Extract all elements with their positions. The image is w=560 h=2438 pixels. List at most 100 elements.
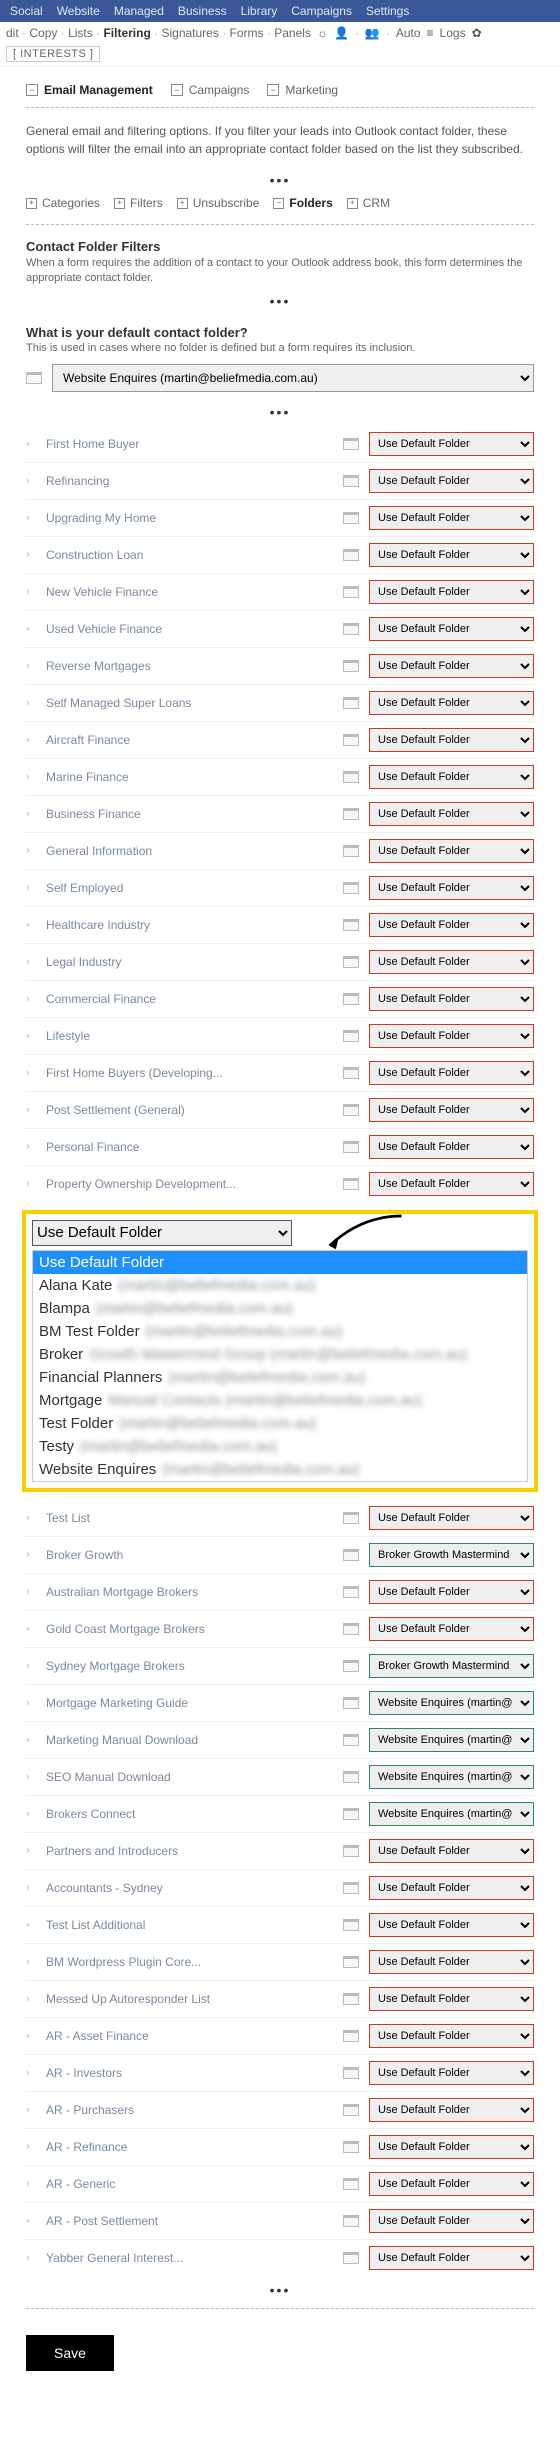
row-folder-select[interactable]: Use Default Folder: [369, 1987, 534, 2011]
subtab-categories[interactable]: +Categories: [26, 196, 100, 210]
chevron-right-icon[interactable]: ›: [26, 697, 36, 709]
chevron-right-icon[interactable]: ›: [26, 1586, 36, 1598]
row-folder-select[interactable]: Use Default Folder: [369, 543, 534, 567]
chevron-right-icon[interactable]: ›: [26, 2178, 36, 2190]
row-folder-select[interactable]: Website Enquires (martin@beli: [369, 1728, 534, 1752]
chevron-right-icon[interactable]: ›: [26, 1660, 36, 1672]
row-folder-select[interactable]: Use Default Folder: [369, 2209, 534, 2233]
chevron-right-icon[interactable]: ›: [26, 1845, 36, 1857]
topnav-item[interactable]: Managed: [114, 4, 164, 18]
tab-marketing[interactable]: −Marketing: [267, 83, 338, 97]
chevron-right-icon[interactable]: ›: [26, 919, 36, 931]
chevron-right-icon[interactable]: ›: [26, 512, 36, 524]
subtab-unsubscribe[interactable]: +Unsubscribe: [177, 196, 260, 210]
chevron-right-icon[interactable]: ›: [26, 438, 36, 450]
auto-link[interactable]: Auto: [396, 26, 421, 40]
row-folder-select[interactable]: Use Default Folder: [369, 987, 534, 1011]
chevron-right-icon[interactable]: ›: [26, 1178, 36, 1190]
topnav-item[interactable]: Business: [178, 4, 227, 18]
chevron-right-icon[interactable]: ›: [26, 1030, 36, 1042]
overlay-option[interactable]: BrokerGrowth Mastermind Group (martin@be…: [33, 1343, 527, 1366]
chevron-right-icon[interactable]: ›: [26, 1141, 36, 1153]
chevron-right-icon[interactable]: ›: [26, 586, 36, 598]
default-folder-select[interactable]: Website Enquires (martin@beliefmedia.com…: [52, 364, 534, 392]
row-folder-select[interactable]: Use Default Folder: [369, 432, 534, 456]
save-button[interactable]: Save: [26, 2335, 114, 2371]
chevron-right-icon[interactable]: ›: [26, 1993, 36, 2005]
tab-campaigns[interactable]: −Campaigns: [171, 83, 250, 97]
row-folder-select[interactable]: Use Default Folder: [369, 2024, 534, 2048]
toolbar-item[interactable]: dit: [6, 26, 19, 40]
row-folder-select[interactable]: Use Default Folder: [369, 617, 534, 641]
toolbar-item[interactable]: Panels: [274, 26, 311, 40]
row-folder-select[interactable]: Use Default Folder: [369, 2172, 534, 2196]
row-folder-select[interactable]: Use Default Folder: [369, 1950, 534, 1974]
row-folder-select[interactable]: Use Default Folder: [369, 1876, 534, 1900]
chevron-right-icon[interactable]: ›: [26, 660, 36, 672]
row-folder-select[interactable]: Use Default Folder: [369, 1024, 534, 1048]
chevron-right-icon[interactable]: ›: [26, 2215, 36, 2227]
row-folder-select[interactable]: Use Default Folder: [369, 469, 534, 493]
row-folder-select[interactable]: Use Default Folder: [369, 950, 534, 974]
chevron-right-icon[interactable]: ›: [26, 1919, 36, 1931]
row-folder-select[interactable]: Use Default Folder: [369, 506, 534, 530]
chevron-right-icon[interactable]: ›: [26, 808, 36, 820]
toolbar-item[interactable]: Copy: [29, 26, 57, 40]
toolbar-item[interactable]: Filtering: [103, 26, 150, 40]
row-folder-select[interactable]: Use Default Folder: [369, 654, 534, 678]
chevron-right-icon[interactable]: ›: [26, 734, 36, 746]
topnav-item[interactable]: Settings: [366, 4, 409, 18]
chevron-right-icon[interactable]: ›: [26, 1623, 36, 1635]
row-folder-select[interactable]: Broker Growth Mastermind Gro: [369, 1654, 534, 1678]
chevron-right-icon[interactable]: ›: [26, 1512, 36, 1524]
chevron-right-icon[interactable]: ›: [26, 1771, 36, 1783]
row-folder-select[interactable]: Use Default Folder: [369, 1839, 534, 1863]
overlay-option[interactable]: Test Folder(martin@beliefmedia.com.au): [33, 1412, 527, 1435]
subtab-filters[interactable]: +Filters: [114, 196, 163, 210]
row-folder-select[interactable]: Use Default Folder: [369, 1061, 534, 1085]
row-folder-select[interactable]: Use Default Folder: [369, 580, 534, 604]
chevron-right-icon[interactable]: ›: [26, 2104, 36, 2116]
toolbar-item[interactable]: Forms: [230, 26, 264, 40]
row-folder-select[interactable]: Use Default Folder: [369, 1617, 534, 1641]
chevron-right-icon[interactable]: ›: [26, 845, 36, 857]
row-folder-select[interactable]: Use Default Folder: [369, 765, 534, 789]
chevron-right-icon[interactable]: ›: [26, 475, 36, 487]
chevron-right-icon[interactable]: ›: [26, 623, 36, 635]
overlay-select[interactable]: Use Default Folder: [32, 1220, 292, 1246]
chevron-right-icon[interactable]: ›: [26, 1882, 36, 1894]
chevron-right-icon[interactable]: ›: [26, 2030, 36, 2042]
chevron-right-icon[interactable]: ›: [26, 771, 36, 783]
chevron-right-icon[interactable]: ›: [26, 1067, 36, 1079]
overlay-option[interactable]: Website Enquires(martin@beliefmedia.com.…: [33, 1458, 527, 1481]
toolbar-item[interactable]: Signatures: [161, 26, 218, 40]
row-folder-select[interactable]: Website Enquires (martin@beli: [369, 1765, 534, 1789]
row-folder-select[interactable]: Use Default Folder: [369, 913, 534, 937]
chevron-right-icon[interactable]: ›: [26, 549, 36, 561]
interests-button[interactable]: [ INTERESTS ]: [6, 46, 100, 62]
row-folder-select[interactable]: Use Default Folder: [369, 2061, 534, 2085]
topnav-item[interactable]: Website: [57, 4, 100, 18]
overlay-option[interactable]: Use Default Folder: [33, 1251, 527, 1274]
chevron-right-icon[interactable]: ›: [26, 2252, 36, 2264]
chevron-right-icon[interactable]: ›: [26, 1104, 36, 1116]
overlay-option[interactable]: Blampa(martin@beliefmedia.com.au): [33, 1297, 527, 1320]
row-folder-select[interactable]: Use Default Folder: [369, 728, 534, 752]
overlay-option[interactable]: Financial Planners(martin@beliefmedia.co…: [33, 1366, 527, 1389]
chevron-right-icon[interactable]: ›: [26, 1697, 36, 1709]
tab-email-management[interactable]: −Email Management: [26, 83, 153, 97]
overlay-option[interactable]: Testy(martin@beliefmedia.com.au): [33, 1435, 527, 1458]
row-folder-select[interactable]: Use Default Folder: [369, 2246, 534, 2270]
row-folder-select[interactable]: Use Default Folder: [369, 802, 534, 826]
chevron-right-icon[interactable]: ›: [26, 882, 36, 894]
subtab-crm[interactable]: +CRM: [347, 196, 390, 210]
row-folder-select[interactable]: Use Default Folder: [369, 1135, 534, 1159]
row-folder-select[interactable]: Use Default Folder: [369, 2098, 534, 2122]
topnav-item[interactable]: Campaigns: [291, 4, 352, 18]
topnav-item[interactable]: Social: [10, 4, 43, 18]
row-folder-select[interactable]: Website Enquires (martin@beli: [369, 1802, 534, 1826]
subtab-folders[interactable]: −Folders: [273, 196, 332, 210]
row-folder-select[interactable]: Use Default Folder: [369, 1913, 534, 1937]
row-folder-select[interactable]: Use Default Folder: [369, 1172, 534, 1196]
row-folder-select[interactable]: Use Default Folder: [369, 1098, 534, 1122]
